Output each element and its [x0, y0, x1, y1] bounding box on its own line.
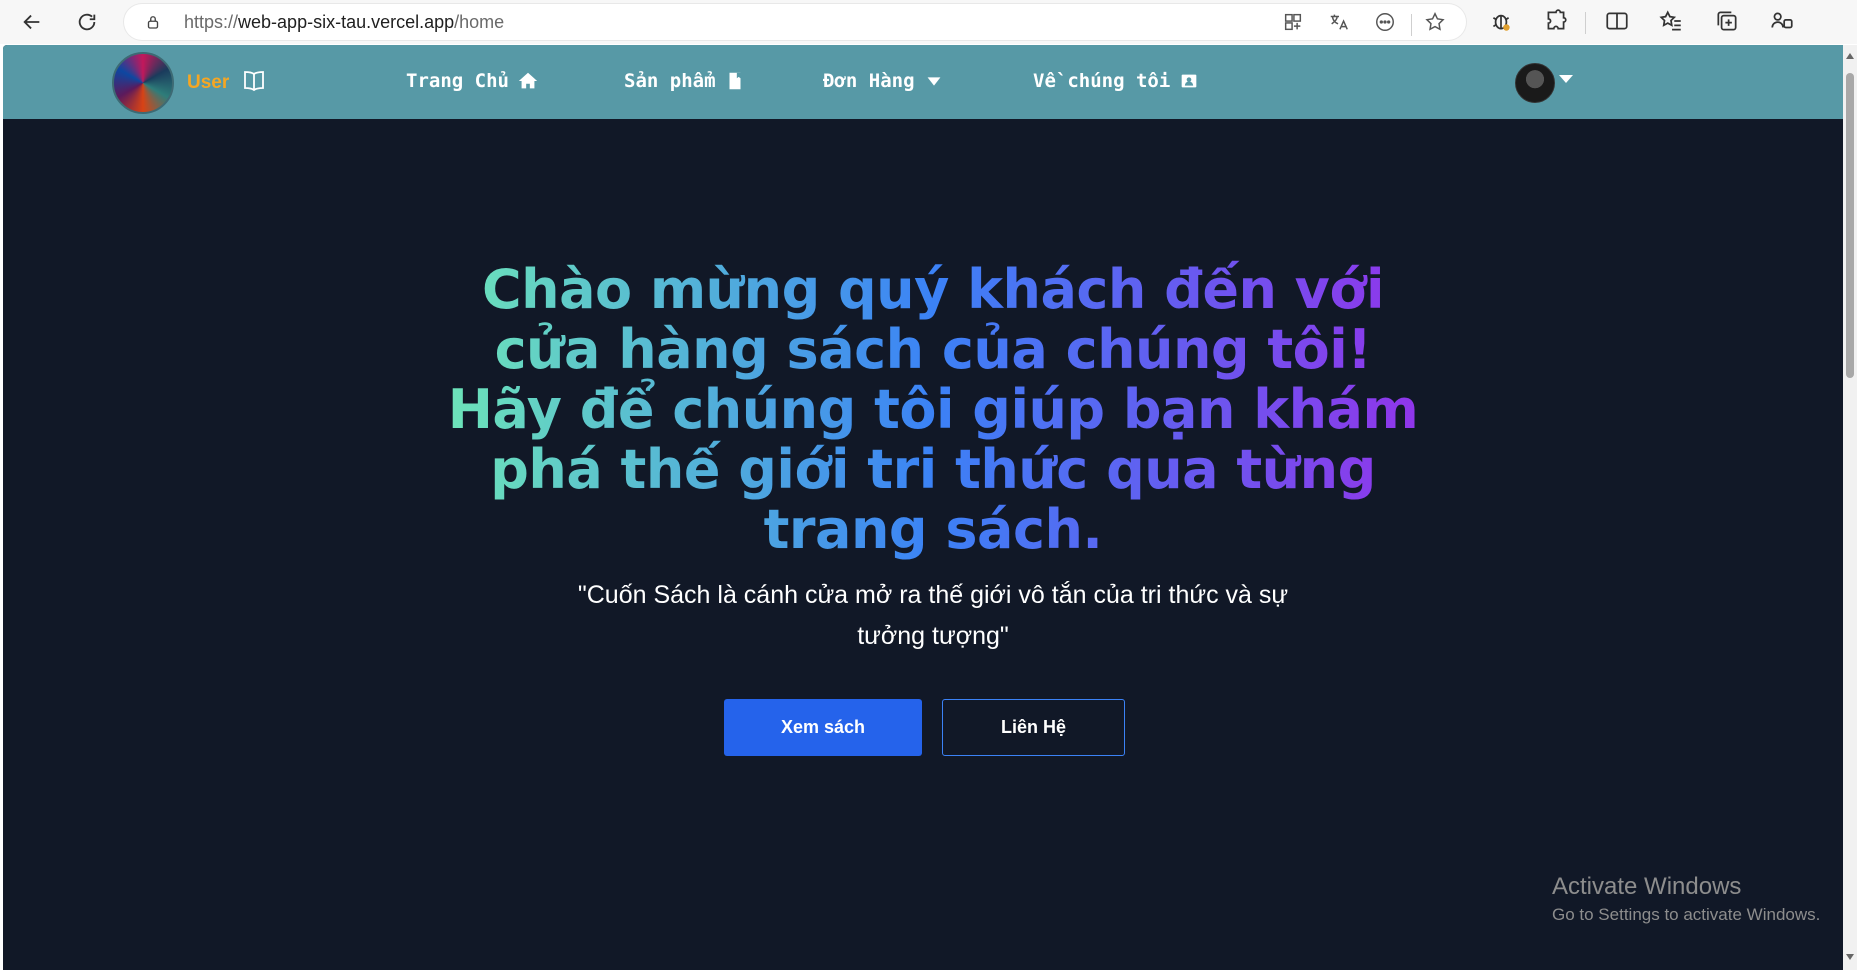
- profile-avatar[interactable]: [1515, 63, 1555, 103]
- scroll-up-arrow-icon[interactable]: [1846, 53, 1854, 59]
- contact-button[interactable]: Liên Hệ: [942, 699, 1125, 756]
- url-protocol: https://: [184, 12, 239, 32]
- contact-card-icon: [1181, 74, 1197, 88]
- activate-windows-watermark: Activate Windows Go to Settings to activ…: [1552, 872, 1820, 928]
- nav-home[interactable]: Trang Chủ: [406, 70, 539, 92]
- view-books-button[interactable]: Xem sách: [724, 699, 922, 756]
- scroll-thumb[interactable]: [1846, 73, 1854, 378]
- collections-icon[interactable]: [1714, 8, 1740, 34]
- url-host: web-app-six-tau.vercel.app: [238, 12, 455, 32]
- toolbar-separator: [1585, 12, 1586, 34]
- web-page: User Trang Chủ Sản phẩm Đơn Hàng Về chún…: [3, 45, 1843, 970]
- browser-toolbar: https://web-app-six-tau.vercel.app/home: [0, 0, 1857, 44]
- reload-icon: [78, 13, 96, 31]
- more-options-icon[interactable]: [1374, 11, 1396, 33]
- hero-quote: "Cuốn Sách là cánh cửa mở ra thế giới vô…: [577, 581, 1289, 650]
- page-scrollbar[interactable]: [1843, 45, 1857, 970]
- reload-button[interactable]: [70, 5, 104, 39]
- hero-title: Chào mừng quý khách đến với cửa hàng sác…: [433, 260, 1433, 560]
- url-separator: [1411, 14, 1412, 36]
- extension-bug-icon[interactable]: [1488, 8, 1514, 34]
- nav-about[interactable]: Về chúng tôi: [1033, 70, 1200, 92]
- nav-orders-label: Đơn Hàng: [823, 70, 915, 92]
- lock-icon[interactable]: [144, 13, 162, 31]
- url-path: /home: [454, 12, 505, 32]
- brand-logo-avatar[interactable]: [112, 52, 174, 114]
- activate-windows-title: Activate Windows: [1552, 873, 1742, 900]
- favorite-star-icon[interactable]: [1424, 11, 1446, 33]
- nav-products-label: Sản phẩm: [624, 70, 716, 92]
- url-text[interactable]: https://web-app-six-tau.vercel.app/home: [184, 12, 504, 33]
- nav-about-label: Về chúng tôi: [1033, 70, 1171, 92]
- back-button[interactable]: [15, 5, 49, 39]
- open-book-icon[interactable]: [241, 69, 267, 93]
- book-icon: [729, 72, 741, 90]
- split-screen-icon[interactable]: [1604, 8, 1630, 34]
- profile-caret-down-icon[interactable]: [1559, 75, 1573, 83]
- home-icon: [518, 72, 538, 89]
- top-navbar: User Trang Chủ Sản phẩm Đơn Hàng Về chún…: [3, 45, 1843, 119]
- activate-windows-subtitle: Go to Settings to activate Windows.: [1552, 905, 1821, 924]
- translate-icon[interactable]: [1328, 11, 1350, 33]
- nav-orders-dropdown[interactable]: Đơn Hàng: [823, 70, 945, 92]
- arrow-left-icon: [23, 14, 40, 30]
- nav-home-label: Trang Chủ: [406, 70, 509, 92]
- favorites-list-icon[interactable]: [1658, 8, 1684, 34]
- brand-user-label[interactable]: User: [187, 72, 229, 94]
- address-bar[interactable]: https://web-app-six-tau.vercel.app/home: [124, 4, 1466, 40]
- app-available-icon[interactable]: [1282, 11, 1304, 33]
- copilot-icon[interactable]: [1769, 8, 1795, 34]
- nav-products[interactable]: Sản phẩm: [624, 70, 746, 92]
- scroll-down-arrow-icon[interactable]: [1846, 954, 1854, 960]
- extensions-puzzle-icon[interactable]: [1543, 8, 1569, 34]
- caret-down-icon: [927, 77, 940, 86]
